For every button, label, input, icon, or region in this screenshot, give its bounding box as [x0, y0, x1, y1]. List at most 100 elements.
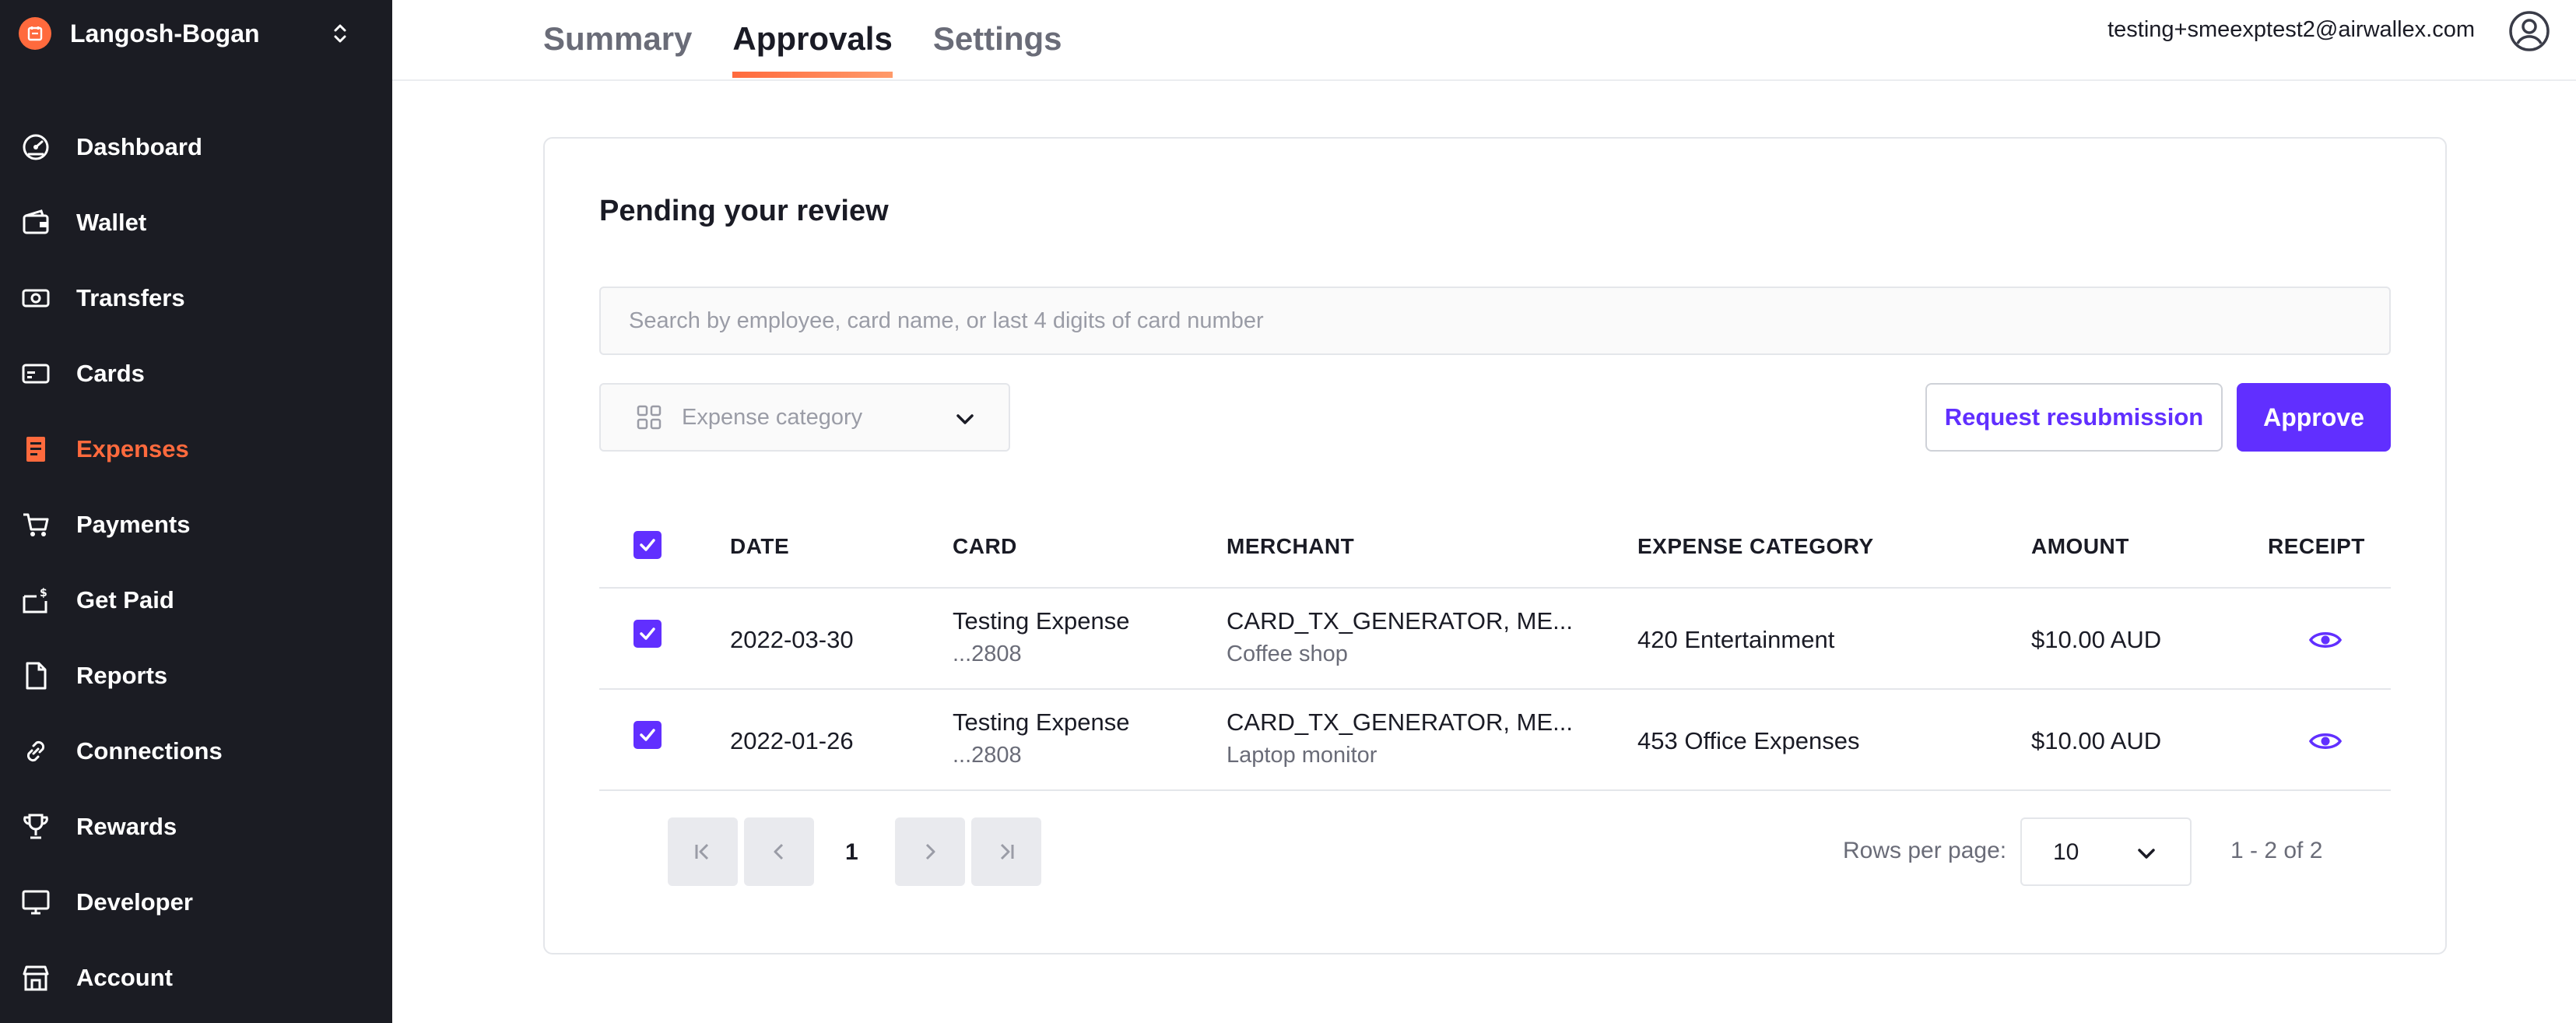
user-email: testing+smeexptest2@airwallex.com [2107, 17, 2475, 42]
sidebar-item-dashboard[interactable]: Dashboard [0, 109, 392, 185]
column-header-card[interactable]: CARD [953, 534, 1017, 559]
sidebar-item-label: Rewards [76, 812, 177, 840]
sidebar-item-label: Transfers [76, 283, 185, 311]
row-expense-category: 420 Entertainment [1637, 626, 1835, 653]
org-switcher[interactable]: Langosh-Bogan [19, 14, 353, 53]
column-header-amount[interactable]: AMOUNT [2031, 534, 2129, 559]
chevron-left-icon [774, 843, 784, 860]
tab-approvals[interactable]: Approvals [732, 0, 893, 78]
sidebar-item-label: Connections [76, 736, 223, 765]
previous-page-button[interactable] [744, 817, 814, 886]
rows-per-page-label: Rows per page: [1843, 838, 2007, 863]
rows-per-page-select[interactable]: 10 [2020, 817, 2192, 886]
sidebar-nav: Dashboard Wallet Transfers Cards Expense… [0, 109, 392, 1015]
wallet-icon [19, 206, 53, 240]
row-merchant: CARD_TX_GENERATOR, ME... Laptop monitor [1227, 708, 1573, 768]
sidebar-item-label: Account [76, 963, 173, 991]
row-checkbox[interactable] [633, 721, 662, 749]
pagination: 1 Rows per page: 10 1 - 2 of 2 [599, 817, 2391, 888]
last-page-button[interactable] [971, 817, 1041, 886]
sidebar-item-label: Reports [76, 661, 168, 689]
row-merchant-name: CARD_TX_GENERATOR, ME... [1227, 708, 1573, 736]
receipt-icon [19, 432, 53, 466]
view-receipt-eye-icon[interactable] [2308, 724, 2343, 758]
app-root: Langosh-Bogan Dashboard Wallet Transfers… [0, 0, 2576, 1023]
select-all-checkbox[interactable] [633, 531, 662, 559]
monitor-icon [19, 885, 53, 919]
request-resubmission-button[interactable]: Request resubmission [1925, 383, 2223, 452]
card-icon [19, 357, 53, 391]
link-icon [19, 734, 53, 768]
org-name: Langosh-Bogan [70, 19, 260, 47]
dashboard-gauge-icon [19, 130, 53, 164]
sidebar-item-transfers[interactable]: Transfers [0, 260, 392, 336]
pending-review-title: Pending your review [599, 195, 889, 227]
user-profile-icon[interactable] [2508, 9, 2551, 53]
row-amount: $10.00 AUD [2031, 727, 2162, 754]
row-date: 2022-03-30 [730, 626, 854, 653]
sidebar-item-cards[interactable]: Cards [0, 336, 392, 411]
tab-summary[interactable]: Summary [543, 0, 692, 78]
sidebar-item-label: Payments [76, 510, 191, 538]
column-header-date[interactable]: DATE [730, 534, 789, 559]
document-icon [19, 659, 53, 693]
column-header-receipt[interactable]: RECEIPT [2268, 534, 2365, 559]
row-card-name: Testing Expense [953, 607, 1130, 635]
sidebar-item-wallet[interactable]: Wallet [0, 185, 392, 260]
current-page-number[interactable]: 1 [845, 839, 858, 866]
org-logo-icon [19, 17, 51, 50]
sidebar-item-payments[interactable]: Payments [0, 487, 392, 562]
sidebar-item-expenses[interactable]: Expenses [0, 411, 392, 487]
pending-review-card: Pending your review Expense category Req… [543, 137, 2447, 954]
sidebar-item-label: Expenses [76, 434, 189, 462]
column-header-expense-category[interactable]: EXPENSE CATEGORY [1637, 534, 1874, 559]
search-input[interactable] [599, 287, 2391, 355]
store-icon [19, 961, 53, 995]
row-merchant-note: Laptop monitor [1227, 743, 1377, 768]
sidebar-item-developer[interactable]: Developer [0, 864, 392, 940]
checkmark-icon [640, 539, 655, 551]
sidebar-item-account[interactable]: Account [0, 940, 392, 1015]
expense-category-select[interactable]: Expense category [599, 383, 1010, 452]
sidebar-item-reports[interactable]: Reports [0, 638, 392, 713]
table-row[interactable]: 2022-01-26 Testing Expense ...2808 CARD_… [599, 690, 2391, 791]
sidebar-item-connections[interactable]: Connections [0, 713, 392, 789]
column-header-merchant[interactable]: MERCHANT [1227, 534, 1354, 559]
svg-text:$: $ [40, 587, 47, 599]
chevron-down-icon [956, 414, 974, 424]
tab-settings[interactable]: Settings [933, 0, 1062, 78]
row-merchant: CARD_TX_GENERATOR, ME... Coffee shop [1227, 607, 1573, 667]
first-page-button[interactable] [668, 817, 738, 886]
row-card-last4: ...2808 [953, 642, 1022, 666]
table-row[interactable]: 2022-03-30 Testing Expense ...2808 CARD_… [599, 589, 2391, 690]
chevron-down-icon [2138, 849, 2155, 859]
grid-icon [637, 405, 662, 430]
rows-per-page-value: 10 [2053, 839, 2079, 865]
next-page-button[interactable] [895, 817, 965, 886]
tab-bar: Summary Approvals Settings [543, 0, 1103, 81]
sidebar-item-label: Dashboard [76, 132, 202, 160]
expenses-table: DATE CARD MERCHANT EXPENSE CATEGORY AMOU… [599, 501, 2391, 791]
trophy-icon [19, 810, 53, 844]
table-header: DATE CARD MERCHANT EXPENSE CATEGORY AMOU… [599, 501, 2391, 589]
sidebar-item-get-paid[interactable]: $ Get Paid [0, 562, 392, 638]
sidebar-item-label: Cards [76, 359, 145, 387]
top-header: Summary Approvals Settings testing+smeex… [392, 0, 2576, 81]
approve-button[interactable]: Approve [2237, 383, 2391, 452]
sidebar-item-label: Developer [76, 888, 193, 916]
view-receipt-eye-icon[interactable] [2308, 623, 2343, 657]
last-page-icon [1000, 843, 1014, 860]
checkmark-icon [640, 729, 655, 741]
checkmark-icon [640, 628, 655, 640]
sidebar-item-rewards[interactable]: Rewards [0, 789, 392, 864]
row-card: Testing Expense ...2808 [953, 607, 1129, 667]
pagination-range: 1 - 2 of 2 [2230, 838, 2323, 863]
chevron-up-down-icon [334, 24, 346, 43]
transfers-banknote-icon [19, 281, 53, 315]
row-merchant-note: Coffee shop [1227, 642, 1348, 666]
row-amount: $10.00 AUD [2031, 626, 2162, 653]
sidebar-item-label: Get Paid [76, 585, 174, 613]
row-checkbox[interactable] [633, 620, 662, 648]
get-paid-icon: $ [19, 583, 53, 617]
expense-category-placeholder: Expense category [682, 404, 863, 430]
